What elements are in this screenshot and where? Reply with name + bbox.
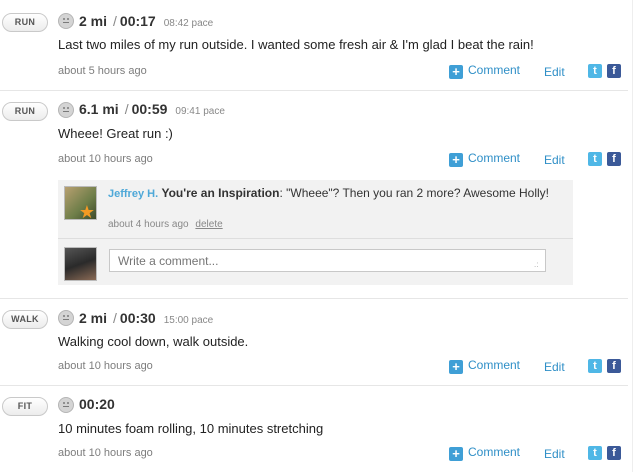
workout-description: Last two miles of my run outside. I want… — [58, 37, 534, 52]
comment-title: You're an Inspiration — [161, 186, 280, 200]
page-scrollbar[interactable] — [628, 0, 638, 472]
current-user-avatar — [64, 247, 97, 281]
workout-stats: 00:20 — [79, 396, 115, 412]
edit-link[interactable]: Edit — [544, 447, 565, 461]
timestamp: about 10 hours ago — [58, 153, 153, 165]
comment-input[interactable] — [109, 249, 546, 272]
comment-button[interactable]: + Comment — [449, 151, 520, 167]
edit-link[interactable]: Edit — [544, 360, 565, 374]
activity-badge-run: RUN — [2, 102, 48, 121]
delete-comment-link[interactable]: delete — [195, 219, 222, 230]
duration-value: 00:59 — [131, 101, 168, 117]
star-badge-icon: ★ — [78, 202, 95, 222]
edit-link[interactable]: Edit — [544, 65, 565, 79]
plus-comment-icon: + — [449, 447, 463, 461]
twitter-icon[interactable]: t — [588, 64, 602, 78]
neutral-face-icon — [58, 397, 74, 413]
timestamp: about 10 hours ago — [58, 447, 153, 459]
distance-value: 2 mi — [79, 13, 108, 29]
comment-timestamp: about 4 hours ago — [108, 219, 189, 230]
comment-body: Jeffrey H. You're an Inspiration: "Wheee… — [108, 185, 563, 203]
plus-comment-icon: + — [449, 153, 463, 167]
entry-divider — [0, 90, 628, 91]
distance-value: 2 mi — [79, 310, 108, 326]
pace-value: 09:41 pace — [175, 106, 225, 117]
commenter-avatar[interactable]: ★ — [64, 186, 97, 222]
facebook-icon[interactable]: f — [607, 64, 621, 78]
comment-button[interactable]: + Comment — [449, 445, 520, 461]
pace-value: 15:00 pace — [163, 315, 214, 326]
neutral-face-icon — [58, 310, 74, 326]
comment-divider — [58, 238, 573, 239]
workout-description: Wheee! Great run :) — [58, 126, 173, 141]
comment-label: Comment — [468, 358, 521, 372]
facebook-icon[interactable]: f — [607, 446, 621, 460]
twitter-icon[interactable]: t — [588, 359, 602, 373]
timestamp: about 10 hours ago — [58, 360, 153, 372]
timestamp: about 5 hours ago — [58, 65, 147, 77]
facebook-icon[interactable]: f — [607, 152, 621, 166]
comment-label: Comment — [468, 151, 521, 165]
twitter-icon[interactable]: t — [588, 152, 602, 166]
comment-meta: about 4 hours ago delete — [108, 219, 223, 230]
entry-divider — [0, 298, 628, 299]
duration-value: 00:20 — [79, 396, 115, 412]
comment-thread: ★ Jeffrey H. You're an Inspiration: "Whe… — [58, 180, 573, 285]
comment-button[interactable]: + Comment — [449, 358, 520, 374]
twitter-icon[interactable]: t — [588, 446, 602, 460]
pace-value: 08:42 pace — [163, 18, 214, 29]
activity-badge-walk: WALK — [2, 310, 48, 329]
edit-link[interactable]: Edit — [544, 153, 565, 167]
plus-comment-icon: + — [449, 360, 463, 374]
commenter-name[interactable]: Jeffrey H. — [108, 188, 158, 200]
comment-text: : "Wheee"? Then you ran 2 more? Awesome … — [279, 186, 550, 200]
workout-stats: 2 mi/00:30 15:00 pace — [79, 310, 214, 326]
plus-comment-icon: + — [449, 65, 463, 79]
comment-label: Comment — [468, 445, 521, 459]
resize-grip-icon[interactable]: .: — [534, 261, 538, 269]
workout-description: 10 minutes foam rolling, 10 minutes stre… — [58, 421, 324, 436]
comment-label: Comment — [468, 63, 521, 77]
neutral-face-icon — [58, 13, 74, 29]
facebook-icon[interactable]: f — [607, 359, 621, 373]
activity-badge-run: RUN — [2, 13, 48, 32]
comment-button[interactable]: + Comment — [449, 63, 520, 79]
workout-stats: 2 mi/00:17 08:42 pace — [79, 13, 214, 29]
duration-value: 00:17 — [119, 13, 156, 29]
workout-stats: 6.1 mi/00:59 09:41 pace — [79, 101, 225, 117]
duration-value: 00:30 — [119, 310, 156, 326]
workout-description: Walking cool down, walk outside. — [58, 334, 249, 349]
distance-value: 6.1 mi — [79, 101, 119, 117]
neutral-face-icon — [58, 102, 74, 118]
entry-divider — [0, 385, 628, 386]
activity-badge-fit: FIT — [2, 397, 48, 416]
